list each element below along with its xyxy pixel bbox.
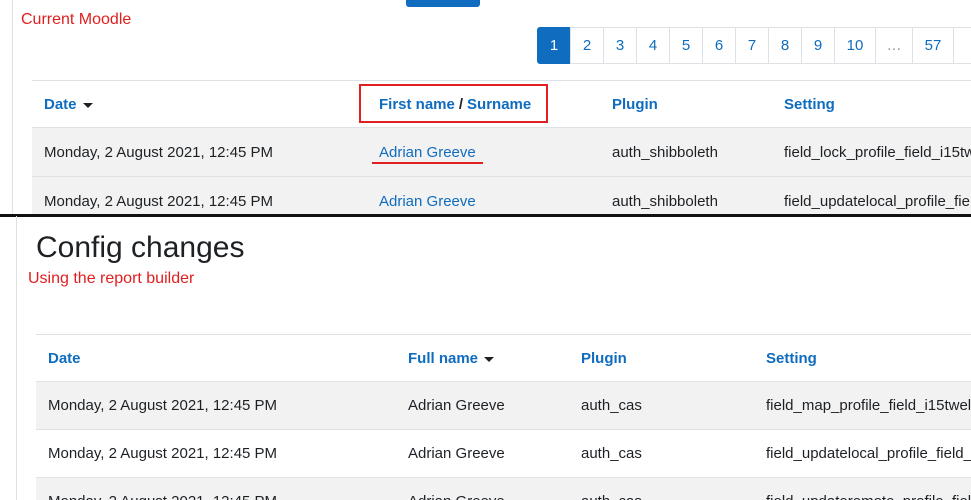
cell-full-name: Adrian Greeve bbox=[408, 445, 505, 462]
cell-plugin: auth_cas bbox=[581, 445, 642, 462]
page-ellipsis: … bbox=[875, 27, 913, 64]
cell-setting: field_updatelocal_profile_fie bbox=[784, 192, 970, 210]
cell-date: Monday, 2 August 2021, 12:45 PM bbox=[48, 478, 277, 500]
page-link-5[interactable]: 5 bbox=[669, 27, 703, 64]
page-link-9[interactable]: 9 bbox=[801, 27, 835, 64]
column-header-full-name[interactable]: Full name bbox=[408, 335, 495, 381]
cell-plugin: auth_shibboleth bbox=[612, 192, 718, 210]
page-link-2[interactable]: 2 bbox=[570, 27, 604, 64]
table-row: Monday, 2 August 2021, 12:45 PM Adrian G… bbox=[36, 382, 971, 430]
current-moodle-pane: Current Moodle 1 2 3 4 5 6 7 8 9 10 … 57… bbox=[0, 0, 971, 216]
primary-button-partial[interactable] bbox=[406, 0, 480, 7]
cell-full-name: Adrian Greeve bbox=[408, 478, 505, 500]
page-title: Config changes bbox=[36, 231, 245, 264]
cell-date: Monday, 2 August 2021, 12:45 PM bbox=[48, 397, 278, 414]
highlight-box bbox=[359, 84, 548, 123]
cell-setting: field_map_profile_field_i15twel bbox=[766, 397, 971, 414]
cell-setting: field_lock_profile_field_i15tw bbox=[784, 143, 971, 161]
column-header-setting[interactable]: Setting bbox=[784, 81, 835, 127]
cell-plugin: auth_shibboleth bbox=[612, 143, 718, 161]
highlight-underline bbox=[372, 162, 483, 164]
annotation-report-builder: Using the report builder bbox=[28, 270, 195, 287]
cell-date: Monday, 2 August 2021, 12:45 PM bbox=[44, 143, 274, 161]
column-header-date[interactable]: Date bbox=[44, 81, 93, 127]
column-header-full-name-label[interactable]: Full name bbox=[408, 350, 478, 367]
page-link-57[interactable]: 57 bbox=[912, 27, 954, 64]
cell-date: Monday, 2 August 2021, 12:45 PM bbox=[48, 445, 278, 462]
sort-desc-icon bbox=[484, 357, 495, 362]
page-link-next-partial[interactable] bbox=[953, 27, 971, 64]
cell-setting: field_updateremote_profile_field bbox=[766, 478, 971, 500]
user-link[interactable]: Adrian Greeve bbox=[379, 177, 476, 216]
column-header-date-label[interactable]: Date bbox=[44, 96, 77, 113]
table-header-row: Date Full name Plugin Setting bbox=[36, 334, 971, 383]
table-row: Monday, 2 August 2021, 12:45 PM Adrian G… bbox=[32, 128, 971, 177]
page-border-left bbox=[16, 216, 17, 500]
annotation-current-moodle: Current Moodle bbox=[21, 11, 132, 28]
page-border-left bbox=[12, 0, 13, 216]
page-link-6[interactable]: 6 bbox=[702, 27, 736, 64]
page-link-3[interactable]: 3 bbox=[603, 27, 637, 64]
cell-date: Monday, 2 August 2021, 12:45 PM bbox=[44, 192, 274, 210]
table-row: Monday, 2 August 2021, 12:45 PM Adrian G… bbox=[36, 430, 971, 478]
page-link-8[interactable]: 8 bbox=[768, 27, 802, 64]
user-link[interactable]: Adrian Greeve bbox=[379, 128, 476, 176]
sort-desc-icon bbox=[82, 103, 93, 108]
cell-plugin: auth_cas bbox=[581, 478, 642, 500]
page-link-7[interactable]: 7 bbox=[735, 27, 769, 64]
page-link-10[interactable]: 10 bbox=[834, 27, 876, 64]
column-header-plugin[interactable]: Plugin bbox=[612, 81, 658, 127]
report-builder-pane: Config changes Using the report builder … bbox=[0, 216, 971, 500]
cell-plugin: auth_cas bbox=[581, 397, 642, 414]
column-header-date[interactable]: Date bbox=[48, 335, 81, 381]
page-link-1[interactable]: 1 bbox=[537, 27, 571, 64]
page-link-4[interactable]: 4 bbox=[636, 27, 670, 64]
table-row: Monday, 2 August 2021, 12:45 PM Adrian G… bbox=[36, 478, 971, 500]
pagination: 1 2 3 4 5 6 7 8 9 10 … 57 bbox=[537, 27, 971, 64]
table-row: Monday, 2 August 2021, 12:45 PM Adrian G… bbox=[32, 177, 971, 216]
cell-full-name: Adrian Greeve bbox=[408, 397, 505, 414]
cell-setting: field_updatelocal_profile_field_ bbox=[766, 445, 971, 462]
column-header-setting[interactable]: Setting bbox=[766, 335, 817, 381]
column-header-plugin[interactable]: Plugin bbox=[581, 335, 627, 381]
